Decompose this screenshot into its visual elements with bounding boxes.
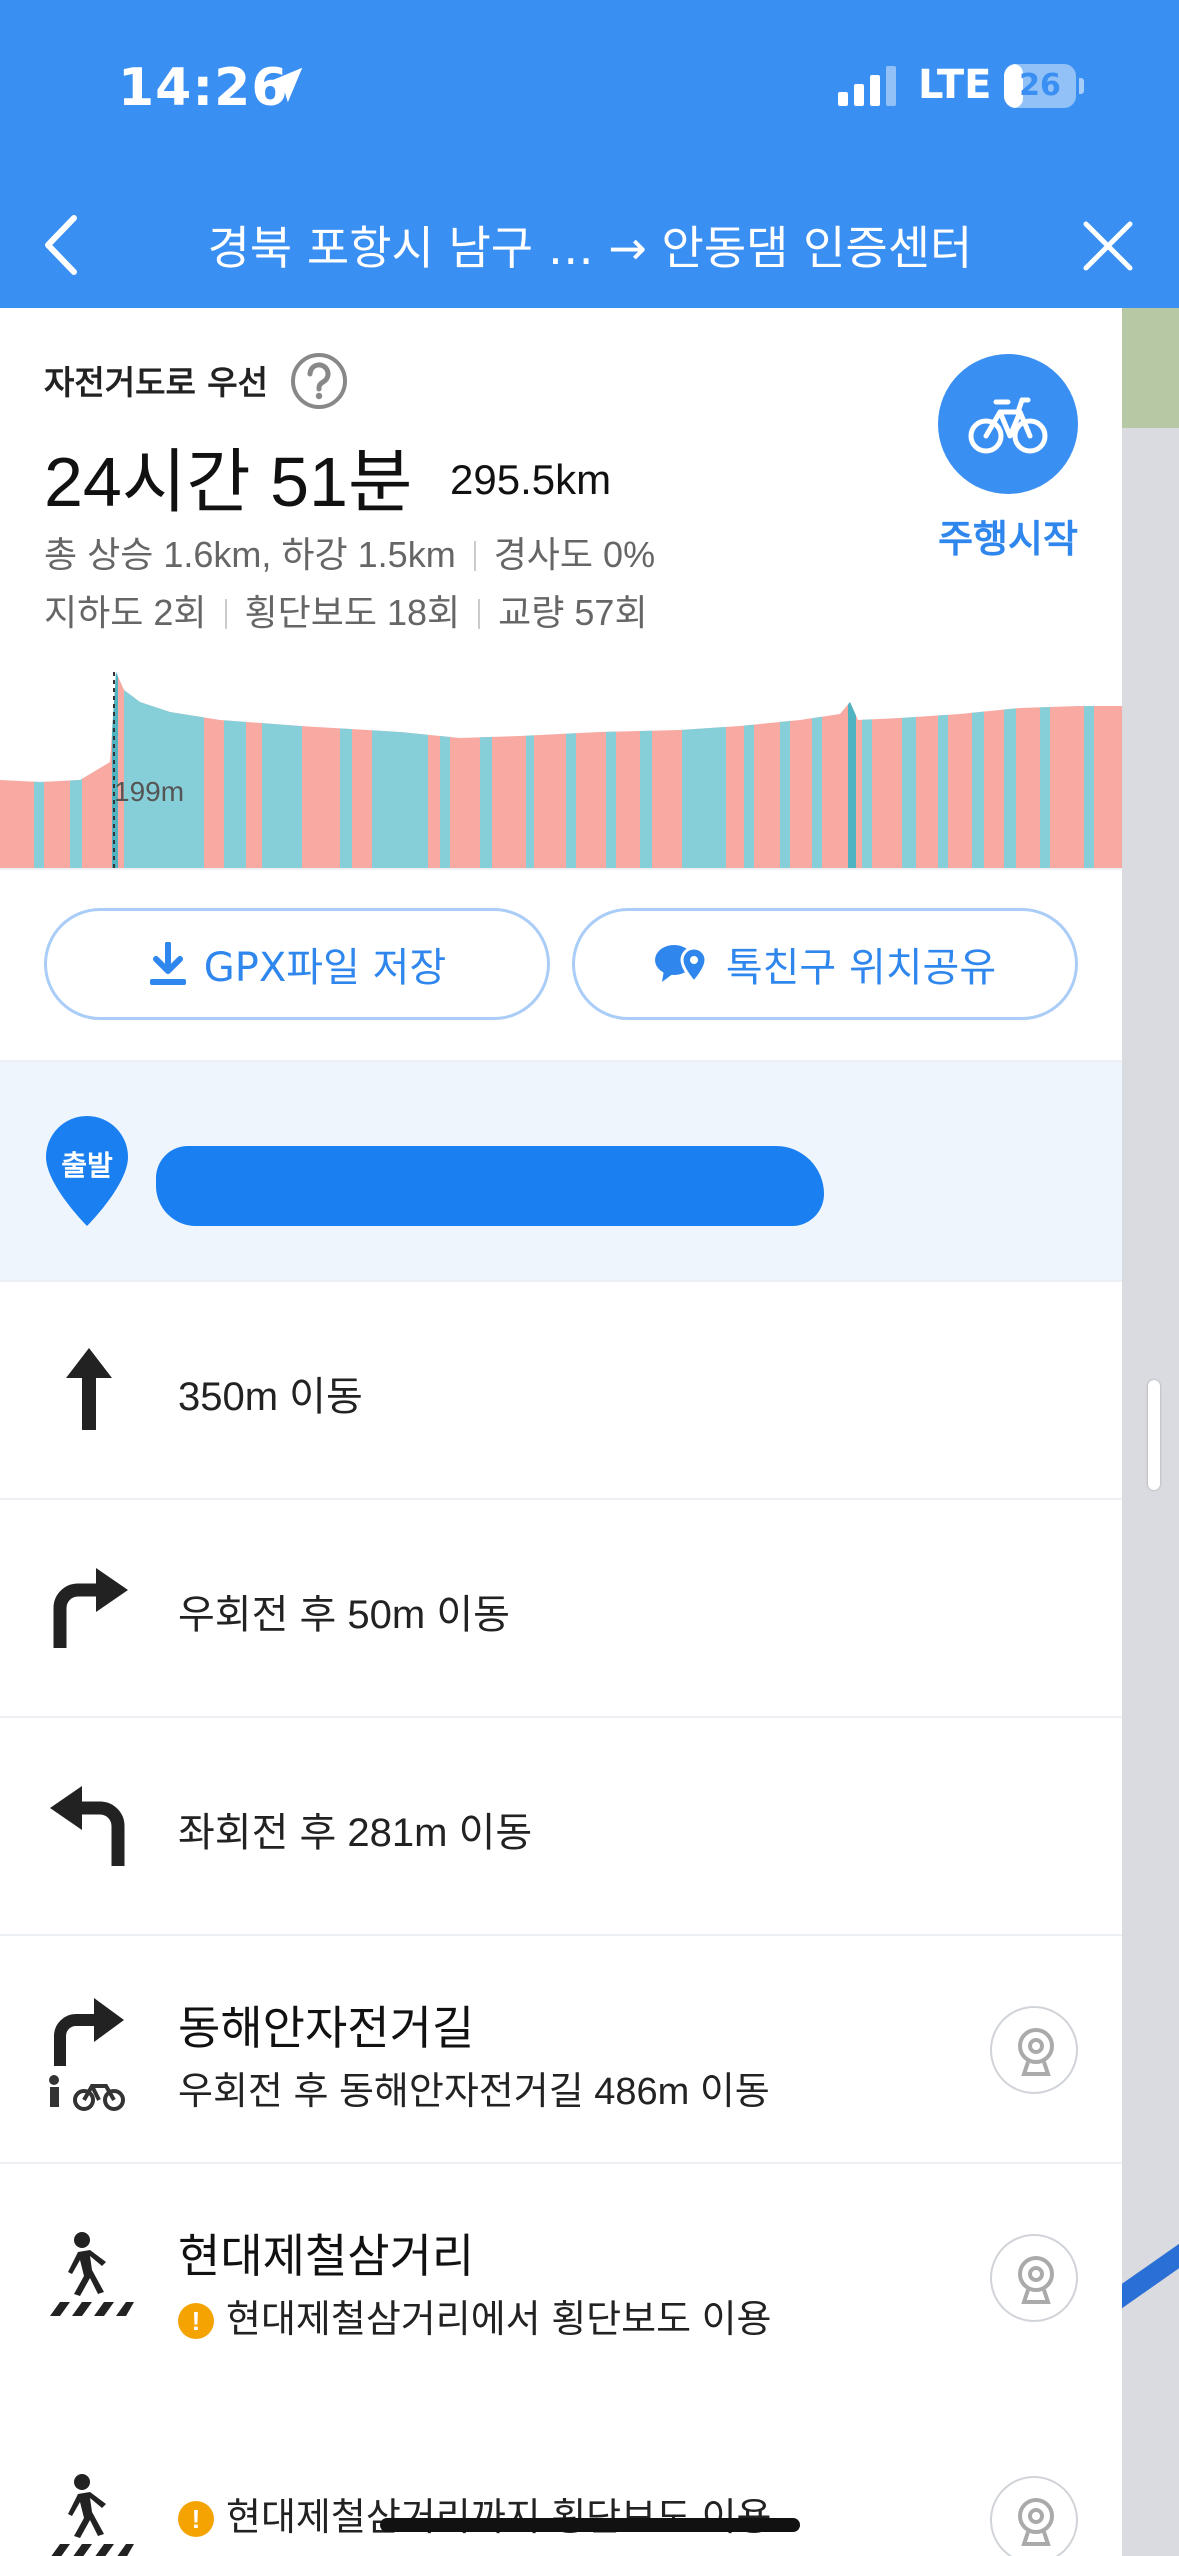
divider <box>0 868 1122 870</box>
turn-left-icon <box>50 1786 125 1866</box>
cctv-icon <box>1018 2028 1054 2076</box>
straight-arrow-icon <box>66 1348 112 1430</box>
bike-path-segment <box>262 672 302 868</box>
step-text: ! 현대제철삼거리에서 횡단보도 이용 <box>178 2288 772 2343</box>
cctv-icon <box>1018 2498 1054 2546</box>
route-step[interactable]: 350m 이동 <box>0 1282 1122 1498</box>
route-preference: 자전거도로 우선 <box>44 363 269 402</box>
network-type: LTE <box>918 62 992 108</box>
crosswalk-count: 횡단보도 18회 <box>244 592 461 633</box>
bike-path-segment <box>902 672 916 868</box>
cctv-icon <box>1018 2256 1054 2304</box>
bike-path-segment <box>1040 672 1050 868</box>
scrollbar-thumb[interactable] <box>1148 1380 1160 1490</box>
underpass-count: 지하도 2회 <box>44 592 207 633</box>
route-duration: 24시간 51분 <box>44 443 413 521</box>
bike-path-segment <box>1004 672 1016 868</box>
bike-path-segment <box>1084 672 1094 868</box>
talk-share-label: 톡친구 위치공유 <box>725 945 997 991</box>
bicycle-icon <box>968 397 1048 454</box>
bridge-count: 교량 57회 <box>498 592 648 633</box>
bike-path-segment <box>640 672 652 868</box>
step-text: 좌회전 후 281m 이동 <box>178 1811 533 1855</box>
close-icon[interactable] <box>1080 218 1136 274</box>
home-indicator <box>380 2518 800 2532</box>
help-icon[interactable] <box>290 352 348 410</box>
bike-path-segment <box>606 672 616 868</box>
step-text: 우회전 후 동해안자전거길 486m 이동 <box>178 2071 770 2113</box>
bike-path-segment <box>224 672 246 868</box>
bike-path-segment <box>34 672 44 868</box>
step-title: 동해안자전거길 <box>178 2001 475 2055</box>
crosswalk-icon <box>50 2232 134 2316</box>
warning-icon: ! <box>178 2501 214 2537</box>
talk-location-icon <box>654 945 708 985</box>
bike-path-segment <box>70 672 82 868</box>
start-ride-label[interactable]: 주행시작 <box>918 508 1098 563</box>
warning-icon: ! <box>178 2303 214 2339</box>
bike-path-segment <box>972 672 984 868</box>
route-title: 경북 포항시 남구 … → 안동댐 인증센터 <box>207 221 973 275</box>
header-bar: 14:26 LTE 26 경북 포항시 남구 … → 안동댐 인증센터 <box>0 0 1179 308</box>
bike-path-segment <box>812 672 822 868</box>
route-step[interactable]: 좌회전 후 281m 이동 <box>0 1718 1122 1934</box>
bike-path-segment <box>124 672 204 868</box>
bike-path-segment <box>682 672 726 868</box>
cctv-button[interactable] <box>990 2006 1078 2094</box>
bike-path-segment <box>340 672 352 868</box>
elevation-stats: 총 상승 1.6km, 하강 1.5km 경사도 0% <box>44 526 655 578</box>
step-text: !현대제철삼거리까지 횡단보도 이용 <box>178 2486 772 2541</box>
bike-path-segment <box>938 672 948 868</box>
cctv-button[interactable] <box>990 2476 1078 2556</box>
turn-right-icon <box>53 1568 128 1648</box>
elevation-profile-chart <box>0 672 1122 868</box>
route-detail-panel: 자전거도로 우선 24시간 51분 295.5km 총 상승 1.6km, 하강… <box>0 308 1122 2556</box>
cctv-button[interactable] <box>990 2234 1078 2322</box>
cellular-signal-icon <box>838 66 896 106</box>
bike-path-segment <box>744 672 754 868</box>
bike-path-segment <box>372 672 428 868</box>
step-text: 우회전 후 50m 이동 <box>178 1593 510 1637</box>
start-point-row[interactable]: 출발 <box>0 1062 1122 1280</box>
bike-path-segment <box>780 672 790 868</box>
slope: 경사도 0% <box>493 534 656 575</box>
bike-path-segment <box>862 672 872 868</box>
bike-path-segment <box>526 672 534 868</box>
bike-path-segment <box>440 672 450 868</box>
route-counts: 지하도 2회 횡단보도 18회 교량 57회 <box>44 584 648 636</box>
location-arrow-icon <box>267 67 303 103</box>
gpx-save-label: GPX파일 저장 <box>203 945 447 991</box>
redacted-address <box>156 1146 824 1226</box>
download-icon <box>149 942 186 985</box>
step-text: 350m 이동 <box>178 1375 363 1419</box>
route-step[interactable]: 우회전 후 50m 이동 <box>0 1500 1122 1716</box>
start-ride-button[interactable] <box>938 354 1078 494</box>
talk-share-button[interactable]: 톡친구 위치공유 <box>572 908 1078 1020</box>
crosswalk-icon <box>51 2474 134 2556</box>
bike-path-segment <box>480 672 492 868</box>
route-step[interactable]: 현대제철삼거리 ! 현대제철삼거리에서 횡단보도 이용 <box>0 2164 1122 2390</box>
step-title: 현대제철삼거리 <box>178 2229 475 2283</box>
chevron-left-icon[interactable] <box>36 210 86 280</box>
battery-icon: 26 <box>1004 64 1084 108</box>
route-step[interactable]: 동해안자전거길 우회전 후 동해안자전거길 486m 이동 <box>0 1936 1122 2162</box>
ascent-descent: 총 상승 1.6km, 하강 1.5km <box>44 534 456 575</box>
bike-path-segment <box>566 672 576 868</box>
route-distance: 295.5km <box>450 456 612 503</box>
battery-level: 26 <box>1019 68 1061 103</box>
elevation-marker-label: 199m <box>114 776 185 807</box>
start-badge: 출발 <box>61 1149 113 1182</box>
turn-right-bike-icon <box>49 1998 125 2111</box>
gpx-save-button[interactable]: GPX파일 저장 <box>44 908 550 1020</box>
